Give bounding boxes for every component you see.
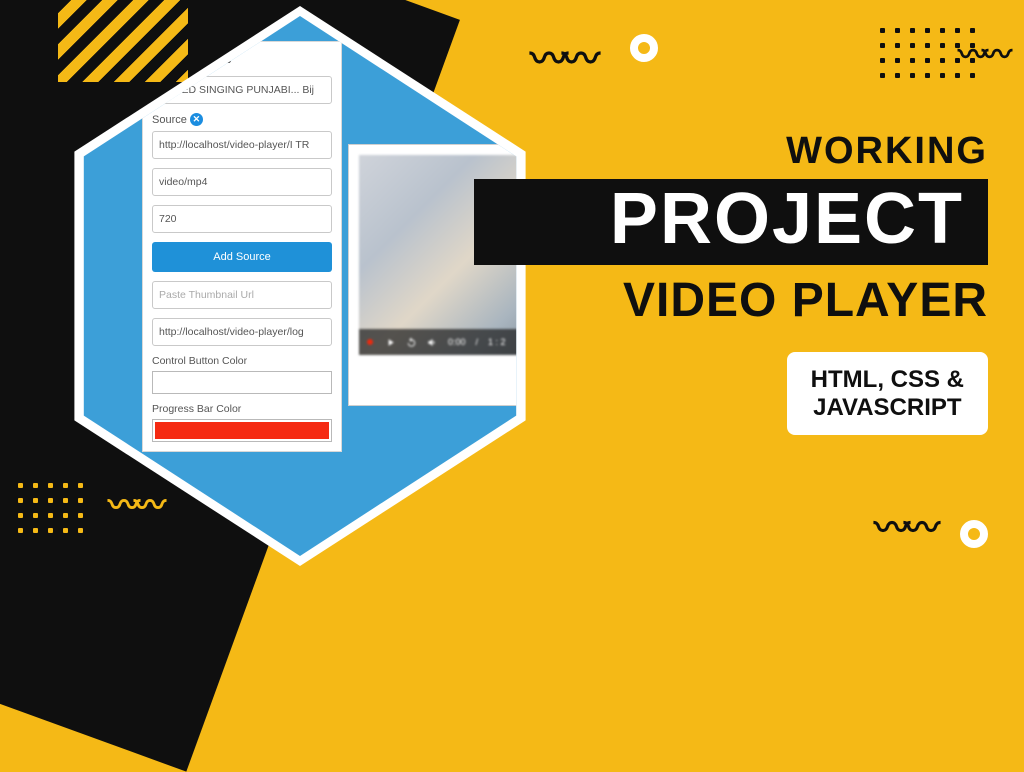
- resolution-input[interactable]: [152, 205, 332, 233]
- source-label: Source: [152, 114, 187, 126]
- circle-icon: [960, 520, 988, 548]
- time-total: 1 : 2: [488, 337, 506, 347]
- headline-working: WORKING: [534, 130, 988, 173]
- squiggle-icon: 〰〰: [958, 30, 1006, 74]
- pill-line-2: JAVASCRIPT: [813, 394, 961, 421]
- play-icon[interactable]: [385, 337, 396, 348]
- time-sep: /: [476, 337, 479, 347]
- progress-color-label: Progress Bar Color: [152, 403, 332, 415]
- embed-form-panel: Embed Code Source ✕ Add Source Control B…: [142, 41, 342, 452]
- squiggle-icon: 〰〰: [874, 499, 934, 551]
- volume-icon[interactable]: [427, 337, 438, 348]
- remove-source-icon[interactable]: ✕: [190, 113, 203, 126]
- headline-video-player: VIDEO PLAYER: [534, 273, 988, 328]
- control-color-label: Control Button Color: [152, 355, 332, 367]
- control-color-picker[interactable]: [152, 371, 332, 394]
- source-url-input[interactable]: [152, 131, 332, 159]
- progress-dot-icon[interactable]: [367, 339, 373, 345]
- replay-icon[interactable]: [406, 337, 417, 348]
- progress-color-picker[interactable]: [152, 419, 332, 442]
- headline-project: PROJECT: [474, 179, 988, 265]
- video-controls: 0:00 / 1 : 2: [359, 329, 530, 355]
- thumbnail-url-input[interactable]: [152, 281, 332, 309]
- circle-icon: [630, 34, 658, 62]
- source-label-row: Source ✕: [152, 113, 332, 126]
- hexagon-screenshot: Embed Code Source ✕ Add Source Control B…: [60, 6, 540, 566]
- add-source-button[interactable]: Add Source: [152, 242, 332, 272]
- headlines: WORKING PROJECT VIDEO PLAYER HTML, CSS &…: [534, 130, 1024, 435]
- time-current: 0:00: [448, 337, 466, 347]
- pill-line-1: HTML, CSS &: [811, 366, 964, 393]
- logo-url-input[interactable]: [152, 318, 332, 346]
- tech-pill: HTML, CSS & JAVASCRIPT: [787, 352, 988, 435]
- mime-input[interactable]: [152, 168, 332, 196]
